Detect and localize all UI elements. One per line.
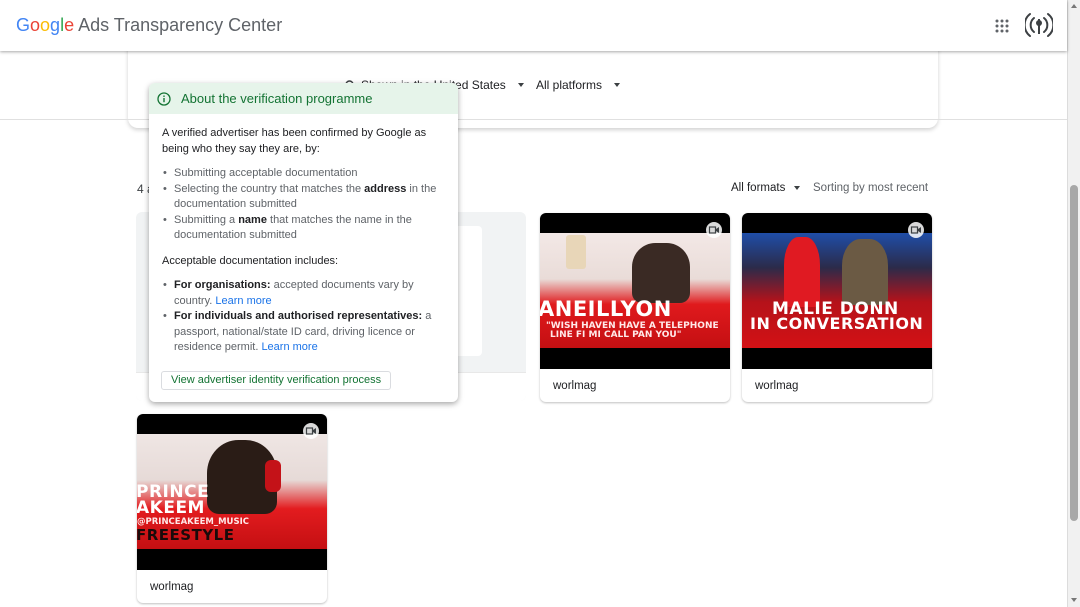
- ad-thumbnail[interactable]: PRINCE AKEEM @PRINCEAKEEM_MUSIC FREESTYL…: [137, 414, 327, 570]
- verification-steps: Submitting acceptable documentation Sele…: [162, 166, 445, 244]
- ads-transparency-logo[interactable]: Google Ads Transparency Center: [16, 15, 282, 36]
- doc-type: For organisations:: [174, 279, 271, 291]
- thumb-prop: [566, 235, 586, 269]
- thumb-person: [632, 243, 690, 303]
- logo-letter: o: [30, 15, 41, 35]
- logo-letter: e: [64, 15, 75, 35]
- page-scrollbar[interactable]: [1067, 0, 1080, 607]
- chevron-down-icon: [794, 186, 801, 190]
- popover-intro: A verified advertiser has been confirmed…: [162, 127, 427, 155]
- top-header: Google Ads Transparency Center: [0, 0, 1067, 51]
- advertiser-name: worlmag: [553, 380, 597, 392]
- chevron-down-icon: [517, 83, 524, 87]
- logo-letter: g: [50, 15, 61, 35]
- formats-label: All formats: [731, 182, 786, 194]
- thumb-person: [784, 237, 820, 307]
- step-emphasis: address: [364, 182, 407, 195]
- logo-product-name: Ads Transparency Center: [74, 15, 283, 35]
- verification-popover: About the verification programme A verif…: [149, 83, 458, 402]
- ad-card[interactable]: MALIE DONN IN CONVERSATION worlmag: [742, 213, 932, 402]
- thumb-subtitle: IN CONVERSATION: [750, 314, 924, 333]
- info-icon: [157, 91, 171, 106]
- headphones-shape: [265, 460, 281, 492]
- advertiser-name: worlmag: [755, 380, 799, 392]
- chevron-down-icon: [614, 83, 621, 87]
- logo-letter: G: [16, 15, 31, 35]
- list-item: For individuals and authorised represent…: [162, 309, 445, 356]
- loading-card-thumb: [456, 226, 482, 356]
- doc-type: For individuals and authorised represent…: [174, 310, 423, 322]
- advertiser-name: worlmag: [150, 581, 194, 593]
- learn-more-link[interactable]: Learn more: [215, 295, 271, 307]
- learn-more-link[interactable]: Learn more: [261, 341, 317, 353]
- popover-header: About the verification programme: [149, 83, 458, 114]
- thumb-person: [842, 239, 888, 305]
- step-text: Selecting the country that matches the: [174, 182, 365, 195]
- sorting-label: Sorting by most recent: [813, 182, 929, 194]
- thumb-title: AKEEM: [137, 498, 205, 518]
- list-item: Submitting a name that matches the name …: [162, 213, 445, 244]
- platforms-filter-label: All platforms: [536, 78, 603, 92]
- step-text: Submitting acceptable documentation: [174, 167, 358, 179]
- platforms-filter[interactable]: All platforms: [536, 78, 621, 92]
- thumb-subtitle: FREESTYLE: [137, 526, 235, 544]
- ad-card[interactable]: PRINCE AKEEM @PRINCEAKEEM_MUSIC FREESTYL…: [137, 414, 327, 603]
- ad-thumbnail[interactable]: MALIE DONN IN CONVERSATION: [742, 213, 932, 369]
- list-item: Submitting acceptable documentation: [162, 166, 445, 182]
- step-emphasis: name: [238, 213, 267, 226]
- documentation-list: For organisations: accepted documents va…: [162, 278, 445, 356]
- scroll-up-arrow-icon[interactable]: [1071, 4, 1077, 8]
- list-item: For organisations: accepted documents va…: [162, 278, 445, 309]
- scrollbar-thumb[interactable]: [1070, 185, 1078, 521]
- ad-card[interactable]: ANEILLYON "WISH HAVEN HAVE A TELEPHONE L…: [540, 213, 730, 402]
- video-format-icon: [908, 222, 924, 238]
- list-item: Selecting the country that matches the a…: [162, 182, 445, 213]
- view-verification-process-button[interactable]: View advertiser identity verification pr…: [161, 371, 392, 390]
- apps-grid-icon[interactable]: [995, 19, 1009, 33]
- scroll-down-arrow-icon[interactable]: [1071, 598, 1077, 602]
- docs-heading: Acceptable documentation includes:: [162, 254, 339, 267]
- video-format-icon: [706, 222, 722, 238]
- logo-letter: o: [40, 15, 51, 35]
- popover-title: About the verification programme: [181, 91, 373, 106]
- step-text: Submitting a: [174, 213, 239, 226]
- formats-dropdown[interactable]: All formats: [731, 182, 801, 194]
- ad-signal-icon[interactable]: [1025, 12, 1053, 38]
- video-format-icon: [303, 423, 319, 439]
- thumb-subtitle: LINE FI MI CALL PAN YOU": [550, 330, 682, 340]
- ad-thumbnail[interactable]: ANEILLYON "WISH HAVEN HAVE A TELEPHONE L…: [540, 213, 730, 369]
- popover-body: A verified advertiser has been confirmed…: [149, 114, 458, 356]
- thumb-title: ANEILLYON: [540, 297, 672, 321]
